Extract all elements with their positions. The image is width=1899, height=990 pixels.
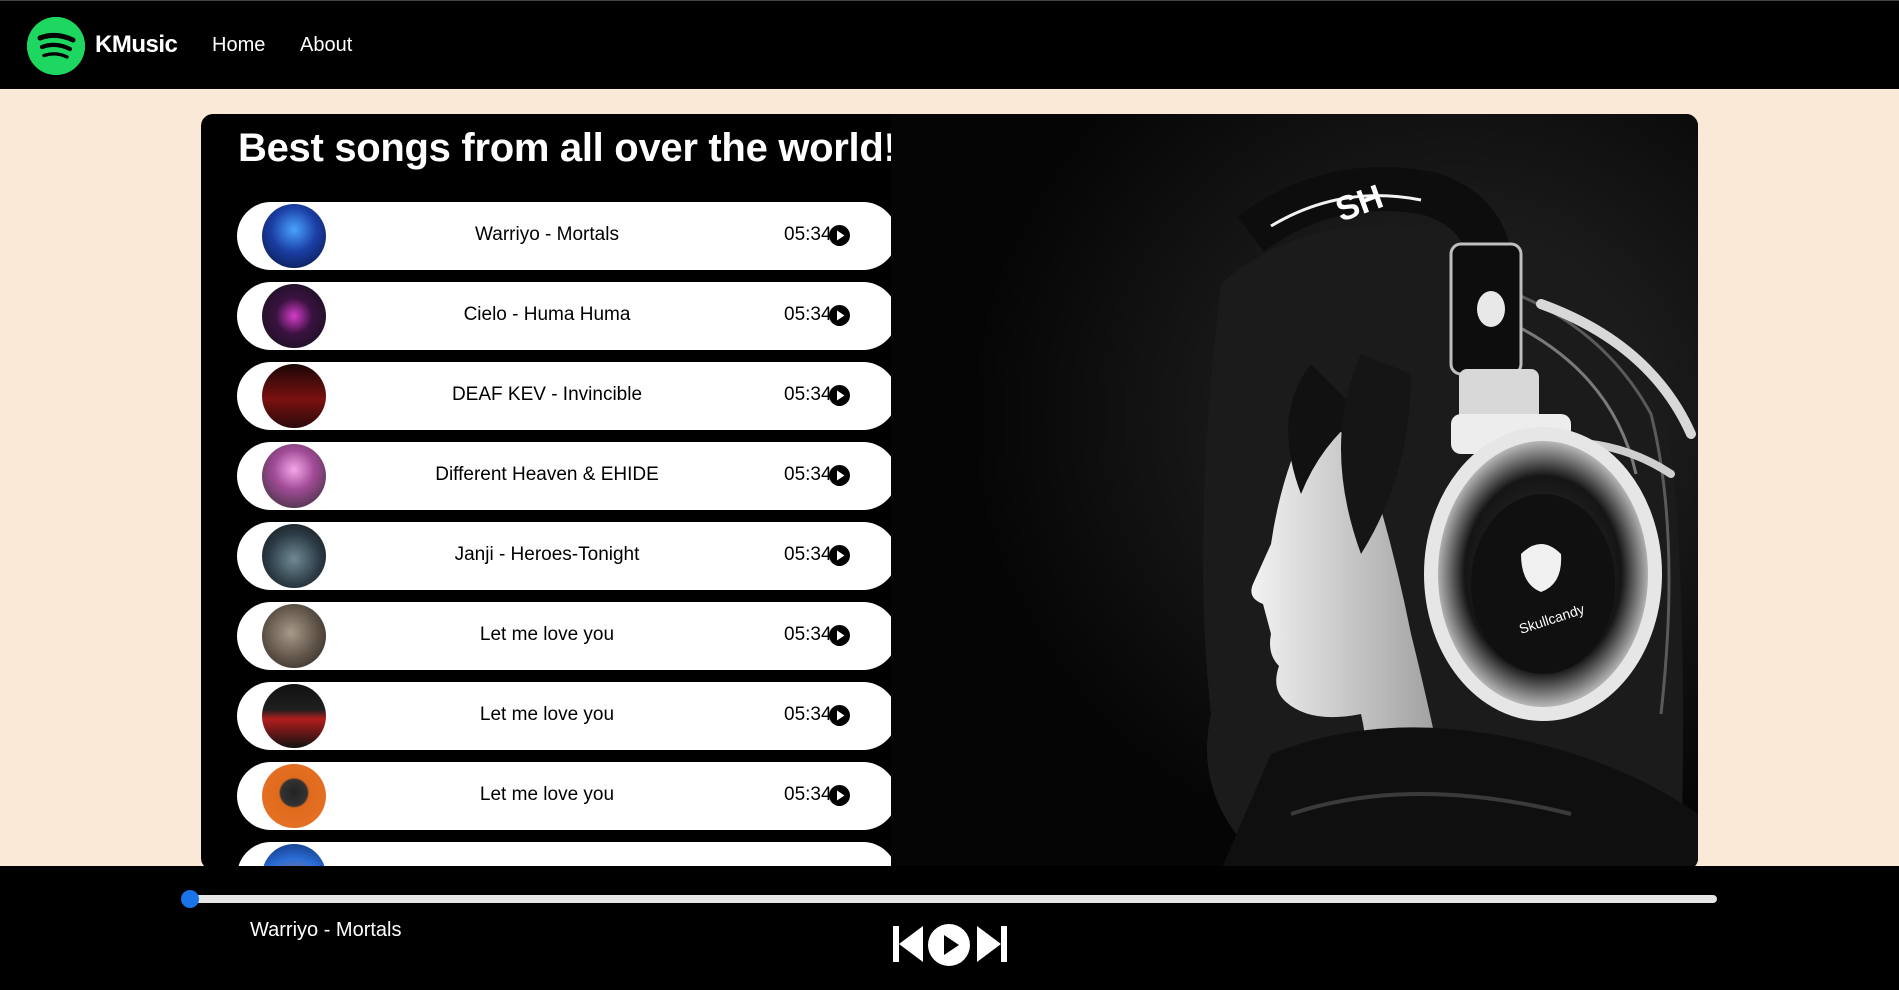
song-item[interactable]: Let me love you 05:34 [237,762,897,830]
play-circle-icon[interactable] [829,545,850,566]
song-title: Cielo - Huma Huma [463,304,631,325]
song-item[interactable]: Janji - Heroes-Tonight 05:34 [237,522,897,590]
progress-bar[interactable] [189,895,1717,903]
music-player-bar: Warriyo - Mortals [0,866,1899,990]
song-panel: Best songs from all over the world!! War… [201,114,1698,870]
next-icon[interactable] [977,926,1007,962]
song-cover-image [262,604,326,668]
top-navbar: KMusic Home About [0,0,1899,89]
song-duration: 05:34 [784,464,832,485]
song-item[interactable]: Cielo - Huma Huma 05:34 [237,282,897,350]
play-circle-icon[interactable] [829,785,850,806]
song-duration: 05:34 [784,304,832,325]
song-item[interactable]: DEAF KEV - Invincible 05:34 [237,362,897,430]
spotify-logo-icon[interactable] [27,17,85,75]
play-circle-icon[interactable] [829,305,850,326]
progress-slider-thumb[interactable] [181,890,199,908]
song-title: DEAF KEV - Invincible [451,384,643,405]
song-duration: 05:34 [784,544,832,565]
song-cover-image [262,764,326,828]
song-title: Janji - Heroes-Tonight [454,544,640,565]
previous-icon[interactable] [893,926,923,962]
song-duration: 05:34 [784,784,832,805]
song-item[interactable]: Let me love you 05:34 [237,682,897,750]
song-title: Different Heaven & EHIDE [435,464,659,485]
nav-link-home[interactable]: Home [212,34,265,57]
song-title: Let me love you [479,784,615,805]
song-cover-image [262,684,326,748]
page-title: Best songs from all over the world!! [238,126,910,170]
brand-name[interactable]: KMusic [95,31,178,59]
play-circle-icon[interactable] [829,465,850,486]
song-duration: 05:34 [784,624,832,645]
song-title: Let me love you [479,624,615,645]
song-title: Warriyo - Mortals [475,224,619,245]
song-list: Warriyo - Mortals 05:34 Cielo - Huma Hum… [237,202,897,870]
song-item[interactable]: Warriyo - Mortals 05:34 [237,202,897,270]
song-cover-image [262,204,326,268]
song-item[interactable]: Let me love you 05:34 [237,602,897,670]
now-playing-title: Warriyo - Mortals [250,919,402,941]
play-circle-icon[interactable] [829,225,850,246]
song-cover-image [262,284,326,348]
song-cover-image [262,364,326,428]
play-circle-icon[interactable] [829,625,850,646]
song-item[interactable]: Different Heaven & EHIDE 05:34 [237,442,897,510]
song-duration: 05:34 [784,224,832,245]
song-title: Let me love you [479,704,615,725]
play-circle-icon[interactable] [829,705,850,726]
play-circle-icon[interactable] [829,385,850,406]
song-cover-image [262,524,326,588]
song-duration: 05:34 [784,704,832,725]
song-cover-image [262,444,326,508]
song-duration: 05:34 [784,384,832,405]
hero-image: SH Skullcandy [891,114,1698,870]
nav-link-about[interactable]: About [300,34,352,57]
play-icon[interactable] [928,924,970,966]
